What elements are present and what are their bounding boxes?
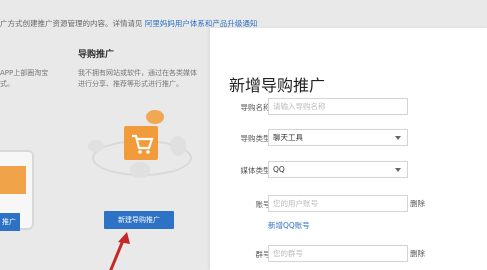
wifi-icon (146, 110, 164, 124)
chat-icon (88, 140, 104, 152)
media-type-select[interactable]: QQ (268, 161, 408, 178)
new-shopping-guide-button[interactable]: 新建导购推广 (104, 211, 174, 229)
qq-icon (170, 136, 186, 156)
weibo-icon (130, 162, 150, 178)
left-card-button[interactable]: 推广 (0, 213, 20, 231)
promo-illustration (86, 110, 196, 190)
account-input[interactable]: 您的用户账号 (268, 195, 408, 212)
media-type-value: QQ (273, 165, 285, 174)
guide-name-row: 导购名称: 请输入导购名称 (210, 98, 487, 118)
left-card-desc: APP上部圈淘宝 式。 (0, 69, 49, 88)
add-qq-account-link[interactable]: 新增QQ账号 (268, 220, 310, 231)
account-row: 账号: 您的用户账号 删除 (210, 195, 487, 215)
group-row: 群号: 您的群号 删除 (210, 245, 487, 265)
account-delete-link[interactable]: 删除 (410, 198, 425, 209)
panel-title: 新增导购推广 (229, 76, 326, 95)
top-notice-text: 广方式创建推广资源管理的内容。详情请见 (0, 19, 143, 28)
media-type-row: 媒体类型: QQ (210, 161, 487, 181)
guide-type-row: 导购类型: 聊天工具 (210, 129, 487, 149)
promo-title: 导购推广 (78, 50, 115, 60)
group-input[interactable]: 您的群号 (268, 245, 408, 262)
new-promo-panel: 新增导购推广 导购名称: 请输入导购名称 导购类型: 聊天工具 媒体类型: QQ… (210, 28, 487, 270)
chevron-down-icon (395, 168, 401, 172)
guide-type-select[interactable]: 聊天工具 (268, 129, 408, 146)
cart-icon (124, 126, 158, 160)
group-delete-link[interactable]: 删除 (410, 248, 425, 259)
chevron-down-icon (395, 136, 401, 140)
upgrade-notice-link[interactable]: 阿里妈妈用户体系和产品升级通知 (145, 19, 258, 28)
left-promo-card: APP上部圈淘宝 式。 推广 (0, 40, 66, 270)
guide-type-value: 聊天工具 (273, 133, 303, 142)
promo-desc: 我不拥有网站或软件，通过在各类媒体进行分享、推荐等形式进行推广。 (78, 69, 197, 88)
guide-name-input[interactable]: 请输入导购名称 (268, 98, 408, 115)
red-arrow-annotation (109, 232, 130, 270)
